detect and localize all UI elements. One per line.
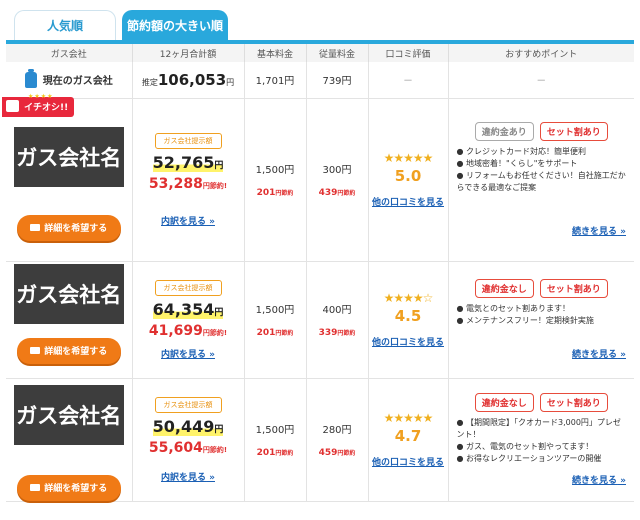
recommend-badge: ★★★★ イチオシ!! xyxy=(2,93,75,117)
current-point: － xyxy=(447,62,634,99)
points-list: ● 電気とのセット割あります！ ● メンテナンスフリー！定期検針実施 xyxy=(457,303,627,327)
header-usage: 従量料金 xyxy=(305,40,368,62)
header-points: おすすめポイント xyxy=(447,40,634,62)
mail-icon xyxy=(30,224,41,231)
point-item: ● お得なレクリエーションツアーの開催 xyxy=(456,454,602,463)
badge-stars: ★★★★ xyxy=(28,92,54,100)
point-item: ● リフォームもお任せください！自社施工だからできる最適なご提案 xyxy=(456,171,626,192)
point-item: ● 【期間限定】「クオカード3,000円」プレゼント！ xyxy=(456,418,621,439)
review-link[interactable]: 他の口コミを見る xyxy=(372,198,444,208)
current-total: 106,053 xyxy=(157,70,227,89)
company-cell: ガス会社名 詳細を希望する xyxy=(6,262,132,378)
rating-score: 5.0 xyxy=(394,167,422,185)
basic-fee: 1,500円 xyxy=(255,165,295,176)
offer-label: ガス会社提示額 xyxy=(154,132,222,149)
table-row: ガス会社名 詳細を希望する ガス会社提示額 50,449円 55,604円節約!… xyxy=(6,378,634,502)
comparison-table: ガス会社 12ヶ月合計額 基本料金 従量料金 口コミ評価 おすすめポイント 現在… xyxy=(2,40,634,502)
current-review: － xyxy=(367,62,448,99)
usage-save: 439円節約 xyxy=(318,188,356,198)
request-details-button[interactable]: 詳細を希望する xyxy=(16,337,121,364)
current-company-row: 現在のガス会社 推定106,053円 1,701円 739円 － － xyxy=(6,62,634,99)
tag-list: 違約金あり セット割あり xyxy=(457,122,627,141)
request-label: 詳細を希望する xyxy=(44,484,108,494)
usage-fee: 400円 xyxy=(322,305,352,316)
tag-list: 違約金なし セット割あり xyxy=(457,279,627,298)
penalty-tag: 違約金なし xyxy=(474,393,534,412)
point-item: ● メンテナンスフリー！定期検針実施 xyxy=(456,316,594,325)
set-discount-tag: セット割あり xyxy=(539,393,608,412)
request-label: 詳細を希望する xyxy=(44,347,108,357)
breakdown-link[interactable]: 内訳を見る » xyxy=(161,350,215,360)
usage-save: 339円節約 xyxy=(318,328,356,338)
rating-score: 4.5 xyxy=(394,307,422,325)
points-list: ● 【期間限定】「クオカード3,000円」プレゼント！ ● ガス、電気のセット割… xyxy=(457,417,627,465)
rating-stars: ★★★★☆ xyxy=(383,291,434,305)
more-link[interactable]: 続きを見る » xyxy=(572,227,626,237)
savings-amount: 55,604円節約! xyxy=(148,439,228,456)
offer-price: 52,765円 xyxy=(152,152,224,172)
offer-label: ガス会社提示額 xyxy=(154,279,222,296)
point-item: ● クレジットカード対応！簡単便利 xyxy=(456,147,587,156)
table-row: ★★★★ イチオシ!! ガス会社名 詳細を希望する ガス会社提示額 52,765円… xyxy=(2,93,634,262)
savings-amount: 53,288円節約! xyxy=(148,175,228,192)
basic-save: 201円節約 xyxy=(256,448,294,458)
tab-popular[interactable]: 人気順 xyxy=(14,10,116,40)
offer-price: 64,354円 xyxy=(152,299,224,319)
points-list: ● クレジットカード対応！簡単便利 ● 地域密着！"くらし"をサポート ● リフ… xyxy=(457,146,627,194)
penalty-tag: 違約金あり xyxy=(474,122,534,141)
more-link[interactable]: 続きを見る » xyxy=(572,350,626,360)
review-link[interactable]: 他の口コミを見る xyxy=(372,458,444,468)
rating-score: 4.7 xyxy=(394,427,422,445)
rating-stars: ★★★★★ xyxy=(383,411,434,425)
review-link[interactable]: 他の口コミを見る xyxy=(372,338,444,348)
point-item: ● 電気とのセット割あります！ xyxy=(456,304,570,313)
more-link[interactable]: 続きを見る » xyxy=(572,476,626,486)
set-discount-tag: セット割あり xyxy=(539,122,608,141)
tag-list: 違約金なし セット割あり xyxy=(457,393,627,412)
header-basic: 基本料金 xyxy=(243,40,306,62)
request-details-button[interactable]: 詳細を希望する xyxy=(16,214,121,241)
basic-fee: 1,500円 xyxy=(255,425,295,436)
company-cell: ★★★★ イチオシ!! ガス会社名 詳細を希望する xyxy=(2,93,132,261)
header-company: ガス会社 xyxy=(6,40,132,62)
thumbs-up-icon xyxy=(6,99,19,112)
badge-label: イチオシ!! xyxy=(24,102,69,113)
breakdown-link[interactable]: 内訳を見る » xyxy=(161,217,215,227)
basic-save: 201円節約 xyxy=(256,188,294,198)
offer-price: 50,449円 xyxy=(152,416,224,436)
company-logo: ガス会社名 xyxy=(13,384,124,445)
company-logo: ガス会社名 xyxy=(13,126,124,187)
point-item: ● ガス、電気のセット割やってます！ xyxy=(456,442,594,451)
savings-amount: 41,699円節約! xyxy=(148,322,228,339)
company-cell: ガス会社名 詳細を希望する xyxy=(6,379,132,501)
usage-save: 459円節約 xyxy=(318,448,356,458)
basic-fee: 1,500円 xyxy=(255,305,295,316)
company-logo: ガス会社名 xyxy=(13,263,124,324)
table-row: ガス会社名 詳細を希望する ガス会社提示額 64,354円 41,699円節約!… xyxy=(6,261,634,379)
header-review: 口コミ評価 xyxy=(367,40,448,62)
estimate-label: 推定 xyxy=(141,77,158,87)
request-label: 詳細を希望する xyxy=(44,224,108,234)
mail-icon xyxy=(30,347,41,354)
request-details-button[interactable]: 詳細を希望する xyxy=(16,474,121,501)
set-discount-tag: セット割あり xyxy=(539,279,608,298)
current-yen: 円 xyxy=(226,77,235,87)
usage-fee: 300円 xyxy=(322,165,352,176)
table-header-row: ガス会社 12ヶ月合計額 基本料金 従量料金 口コミ評価 おすすめポイント xyxy=(6,40,634,62)
point-item: ● 地域密着！"くらし"をサポート xyxy=(456,159,578,168)
offer-label: ガス会社提示額 xyxy=(154,396,222,413)
gas-tank-icon xyxy=(24,68,37,88)
breakdown-link[interactable]: 内訳を見る » xyxy=(161,473,215,483)
current-usage: 739円 xyxy=(305,62,368,99)
current-company: 現在のガス会社 xyxy=(6,68,132,88)
current-company-name: 現在のガス会社 xyxy=(42,76,113,88)
header-total: 12ヶ月合計額 xyxy=(131,40,244,62)
usage-fee: 280円 xyxy=(322,425,352,436)
basic-save: 201円節約 xyxy=(256,328,294,338)
current-basic: 1,701円 xyxy=(243,62,306,99)
rating-stars: ★★★★★ xyxy=(383,151,434,165)
tab-savings[interactable]: 節約額の大きい順 xyxy=(122,10,228,40)
penalty-tag: 違約金なし xyxy=(474,279,534,298)
mail-icon xyxy=(30,484,41,491)
